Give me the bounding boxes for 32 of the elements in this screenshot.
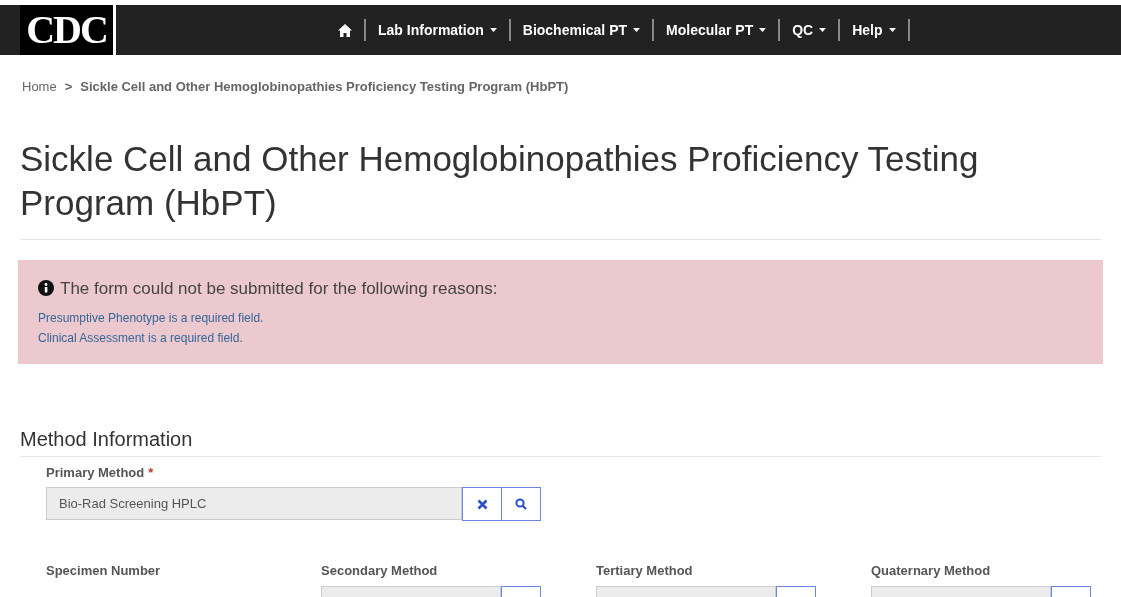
required-marker: *	[148, 463, 154, 482]
primary-method-field[interactable]: Bio-Rad Screening HPLC	[46, 487, 462, 520]
nav-menu-link[interactable]: Lab Information	[366, 19, 509, 41]
nav-menu-link[interactable]: Help	[840, 19, 908, 41]
field-label: Quaternary Method	[871, 562, 992, 580]
cdc-logo[interactable]: CDC	[20, 5, 116, 55]
caret-icon	[633, 28, 641, 32]
info-icon	[38, 280, 54, 297]
breadcrumb-separator: >	[64, 78, 73, 96]
caret-icon	[819, 28, 827, 32]
nav-menu-link[interactable]: QC	[780, 19, 839, 41]
field-label: Specimen Number	[46, 562, 162, 580]
search-icon	[515, 498, 527, 510]
nav-menu-link[interactable]: Molecular PT	[654, 19, 779, 41]
section-title: Method Information	[20, 426, 194, 452]
search-button[interactable]	[502, 487, 541, 521]
breadcrumb-current: Sickle Cell and Other Hemoglobinopathies Proficiency Testing Program (HbPT)	[80, 78, 569, 96]
field-label: Primary Method	[46, 463, 145, 482]
breadcrumb-link[interactable]: Home	[22, 77, 57, 97]
page-title: Sickle Cell and Other Hemoglobinopathies Proficiency Testing Program (HbPT)	[20, 137, 980, 224]
home-icon	[338, 23, 352, 37]
error-link[interactable]: Clinical Assessment is a required field.	[38, 329, 1083, 347]
field-label: Secondary Method	[321, 562, 439, 580]
caret-icon	[489, 28, 497, 32]
caret-icon	[888, 28, 896, 32]
clear-button[interactable]	[462, 487, 502, 521]
nav-menu-link[interactable]: Biochemical PT	[510, 19, 653, 41]
close-icon	[476, 498, 488, 510]
field-label: Tertiary Method	[596, 562, 694, 580]
error-link[interactable]: Presumptive Phenotype is a required field.	[38, 309, 1083, 327]
caret-icon	[759, 28, 767, 32]
alert-heading: The form could not be submitted for the following reasons:	[60, 277, 498, 300]
